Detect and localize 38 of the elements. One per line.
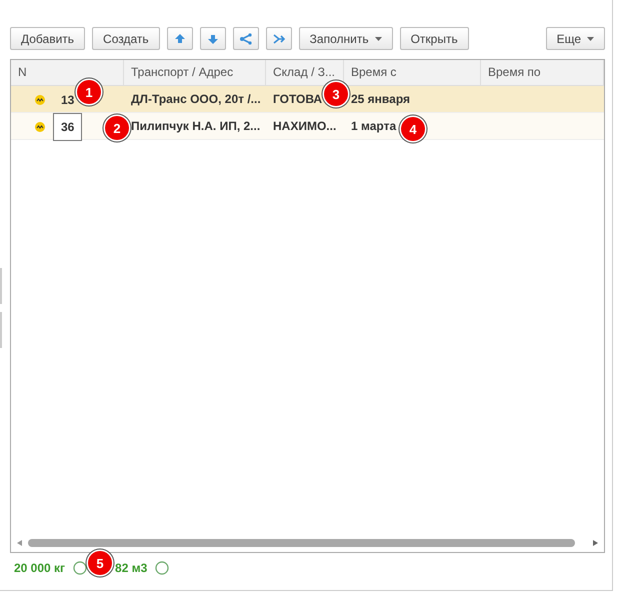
up-arrow-icon bbox=[172, 32, 187, 46]
callout-badge: 5 bbox=[88, 551, 112, 575]
merge-arrows-icon-button[interactable] bbox=[266, 27, 292, 50]
table-cell: 25 января bbox=[351, 92, 410, 106]
dropdown-caret-icon bbox=[587, 36, 594, 40]
total-label: 82 м3 bbox=[115, 561, 148, 575]
table-cell: НАХИМО... bbox=[273, 119, 336, 133]
scroll-right-icon[interactable] bbox=[593, 540, 598, 546]
table-cell: 1 марта bbox=[351, 119, 396, 133]
callout-badge: 4 bbox=[401, 117, 425, 141]
table-cell-text: 13 bbox=[60, 92, 76, 109]
down-arrow-icon-button[interactable] bbox=[200, 27, 226, 50]
dropdown-caret-icon bbox=[374, 36, 382, 40]
more-menu-button[interactable]: Еще bbox=[546, 27, 605, 50]
scroll-left-icon[interactable] bbox=[17, 540, 22, 546]
scrollbar-thumb[interactable] bbox=[28, 539, 575, 547]
table-cell: Пилипчук Н.А. ИП, 2... bbox=[131, 119, 260, 133]
total-label: 20 000 кг bbox=[14, 561, 66, 575]
merge-arrows-icon bbox=[272, 32, 286, 46]
branch-icon bbox=[238, 32, 253, 46]
column-header[interactable]: Транспорт / Адрес bbox=[124, 60, 266, 85]
toolbar-button[interactable]: Создать bbox=[92, 27, 160, 50]
column-header[interactable]: Время по bbox=[481, 60, 604, 85]
callout-badge: 3 bbox=[324, 82, 348, 106]
taxi-icon bbox=[35, 95, 45, 105]
status-circle-icon bbox=[155, 561, 170, 575]
callout-badge: 2 bbox=[105, 116, 129, 140]
fill-menu-button[interactable]: Заполнить bbox=[298, 27, 393, 50]
up-arrow-icon-button[interactable] bbox=[166, 27, 193, 50]
taxi-icon bbox=[35, 122, 45, 132]
status-circle-icon bbox=[73, 561, 88, 575]
branch-icon-button[interactable] bbox=[232, 27, 259, 50]
toolbar-button[interactable]: Добавить bbox=[10, 27, 86, 50]
toolbar-button[interactable]: Открыть bbox=[400, 27, 469, 50]
table-cell: ДЛ-Транс ООО, 20т /... bbox=[131, 92, 261, 106]
table-cell: ГОТОВА bbox=[273, 92, 322, 106]
number-input[interactable]: 36 bbox=[53, 113, 82, 141]
callout-badge: 1 bbox=[77, 80, 101, 104]
